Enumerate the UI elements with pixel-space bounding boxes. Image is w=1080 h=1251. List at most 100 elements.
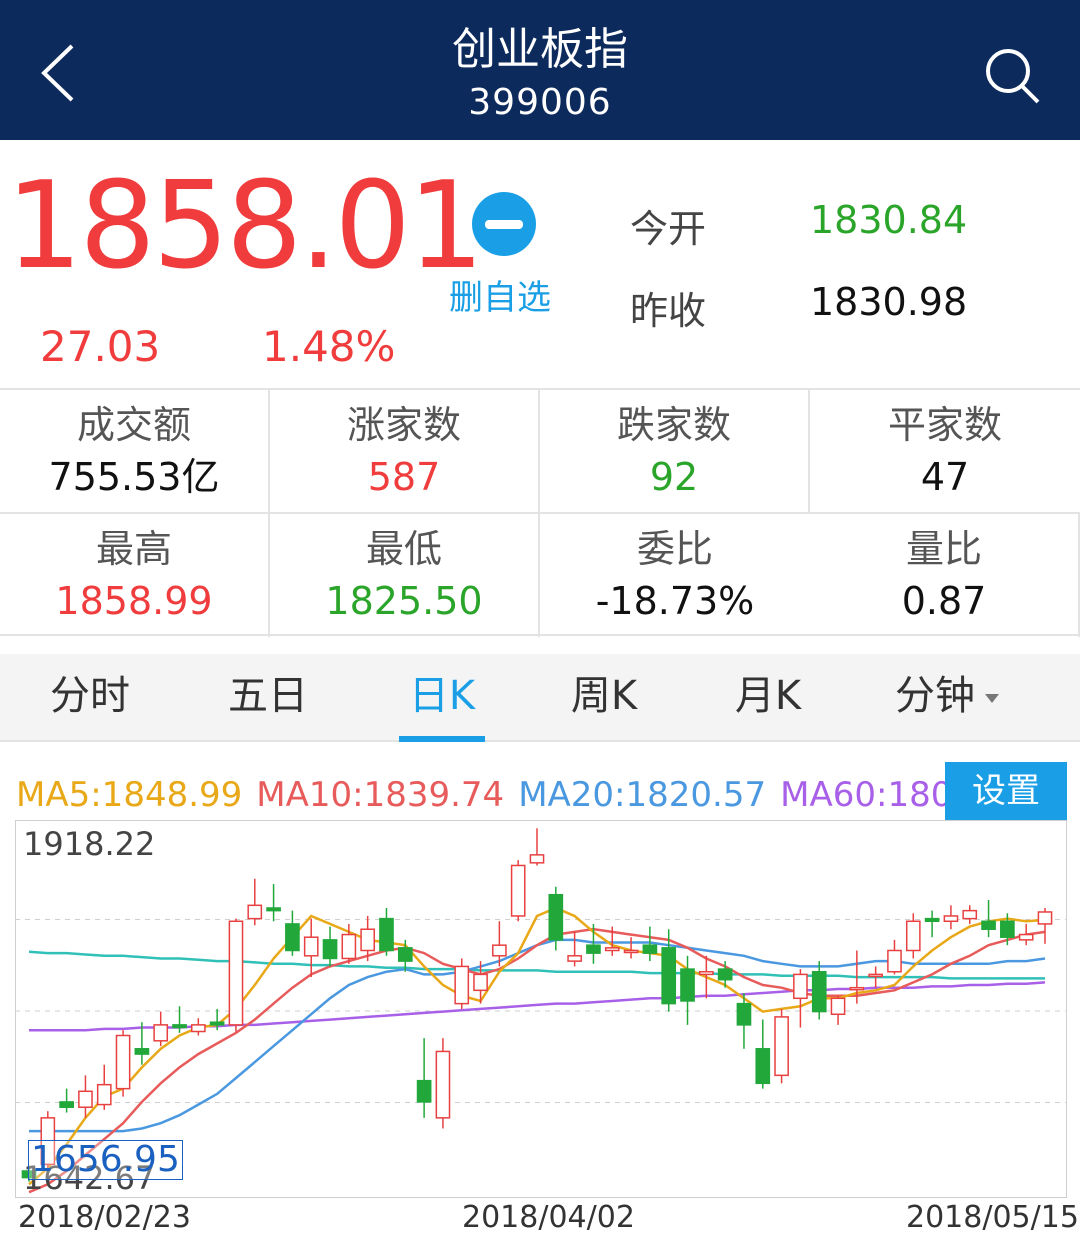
candle-body bbox=[134, 1048, 150, 1055]
tab-weekly-k[interactable]: 周K bbox=[524, 668, 684, 724]
stat-value: 1825.50 bbox=[325, 579, 483, 623]
candle bbox=[774, 1008, 789, 1084]
candle bbox=[153, 1011, 169, 1047]
y-max-label: 1918.22 bbox=[23, 825, 156, 863]
ma-legend: MA5:1848.99 MA10:1839.74 MA20:1820.57 MA60:… bbox=[16, 770, 946, 820]
candle-body bbox=[172, 1024, 187, 1029]
date-end: 2018/05/15 bbox=[906, 1200, 1079, 1235]
remove-favorite-button[interactable]: 删自选 bbox=[440, 190, 560, 320]
candle-body bbox=[322, 939, 338, 960]
candle bbox=[59, 1088, 74, 1113]
index-code: 399006 bbox=[468, 82, 612, 123]
candle bbox=[510, 860, 526, 922]
app-header: 创业板指 399006 bbox=[0, 0, 1080, 140]
search-icon[interactable] bbox=[982, 46, 1042, 106]
candle bbox=[115, 1030, 131, 1097]
candle bbox=[698, 955, 714, 999]
candle-body bbox=[811, 970, 827, 1013]
crosshair-price-label: 1656.95 bbox=[28, 1140, 183, 1180]
candle-body bbox=[190, 1024, 206, 1033]
open-label: 今开 bbox=[630, 207, 707, 251]
tab-minute[interactable]: 分钟 bbox=[862, 668, 1032, 724]
candle-body bbox=[228, 920, 244, 1026]
candle bbox=[868, 966, 884, 988]
ma5-legend: MA5:1848.99 bbox=[16, 775, 243, 815]
stat-low: 最低 1825.50 bbox=[270, 514, 540, 637]
tab-five-day[interactable]: 五日 bbox=[188, 668, 348, 724]
candle-body bbox=[717, 968, 733, 981]
candle bbox=[1037, 907, 1053, 944]
candle bbox=[266, 884, 281, 922]
stat-turnover: 成交额 755.53亿 bbox=[0, 390, 270, 513]
stat-label: 最高 bbox=[95, 527, 172, 571]
candle-body bbox=[115, 1034, 131, 1090]
ma20-legend: MA20:1820.57 bbox=[518, 775, 767, 815]
candle-body bbox=[303, 936, 319, 957]
candle-body bbox=[285, 923, 300, 952]
tab-monthly-k[interactable]: 月K bbox=[688, 668, 848, 724]
candle bbox=[303, 918, 319, 978]
candle-body bbox=[360, 928, 376, 952]
stat-label: 最低 bbox=[365, 527, 442, 571]
candle-body bbox=[905, 920, 921, 952]
stat-value: 0.87 bbox=[901, 579, 987, 623]
candle-body bbox=[379, 917, 394, 952]
stat-unchanged: 平家数 47 bbox=[810, 390, 1080, 513]
candle-body bbox=[623, 949, 639, 954]
candle-body bbox=[849, 986, 865, 991]
open-value: 1830.84 bbox=[810, 198, 968, 242]
stat-volume-ratio: 量比 0.87 bbox=[810, 514, 1080, 637]
candle bbox=[830, 995, 846, 1025]
page-title: 创业板指 bbox=[452, 24, 628, 75]
candle-body bbox=[586, 944, 601, 954]
candle bbox=[1018, 923, 1034, 946]
stat-value: -18.73% bbox=[595, 579, 755, 623]
ma60-legend: MA60:1801.2 bbox=[780, 775, 946, 815]
stat-order-ratio: 委比 -18.73% bbox=[540, 514, 810, 637]
candle bbox=[172, 1006, 187, 1033]
candle-body bbox=[492, 944, 507, 957]
candle-body bbox=[924, 917, 940, 923]
candle-body bbox=[454, 965, 470, 1005]
candle-body bbox=[868, 973, 884, 978]
current-price: 1858.01 bbox=[6, 157, 484, 296]
candle-body bbox=[153, 1024, 169, 1042]
tab-daily-k[interactable]: 日K bbox=[362, 668, 522, 724]
stat-advancers: 涨家数 587 bbox=[270, 390, 540, 513]
candle bbox=[924, 910, 940, 938]
stat-decliners: 跌家数 92 bbox=[540, 390, 810, 513]
candle-body bbox=[567, 955, 582, 962]
stat-label: 跌家数 bbox=[616, 403, 731, 447]
candle-body bbox=[1000, 920, 1015, 938]
candle-body bbox=[416, 1079, 432, 1103]
minus-circle-icon bbox=[472, 192, 536, 256]
candle-body bbox=[774, 1016, 789, 1077]
chart-tabs: 分时 五日 日K 周K 月K 分钟 bbox=[0, 654, 1080, 742]
stat-label: 成交额 bbox=[76, 403, 191, 447]
candle bbox=[793, 969, 808, 1028]
candle-body bbox=[755, 1048, 771, 1085]
stats-grid: 成交额 755.53亿 涨家数 587 跌家数 92 平家数 47 最高 185… bbox=[0, 388, 1080, 637]
candle bbox=[905, 913, 921, 959]
candle-body bbox=[1018, 933, 1034, 941]
candle-body bbox=[642, 944, 658, 954]
prev-close-label: 昨收 bbox=[630, 289, 707, 333]
stat-value: 587 bbox=[367, 455, 441, 499]
stat-value: 47 bbox=[920, 455, 970, 499]
candle-body bbox=[266, 907, 281, 912]
stat-high: 最高 1858.99 bbox=[0, 514, 270, 637]
settings-button[interactable]: 设置 bbox=[945, 762, 1067, 820]
candle-body bbox=[680, 968, 695, 1002]
prev-close-value: 1830.98 bbox=[810, 280, 968, 324]
candle bbox=[435, 1038, 451, 1129]
price-change: 27.03 bbox=[40, 322, 161, 371]
candle bbox=[190, 1018, 206, 1036]
candle-body bbox=[661, 947, 677, 1005]
candle bbox=[943, 905, 959, 930]
stat-value: 755.53亿 bbox=[48, 455, 220, 499]
candle-body bbox=[981, 920, 996, 930]
candle bbox=[529, 828, 545, 866]
candle-body bbox=[341, 933, 357, 960]
tab-intraday[interactable]: 分时 bbox=[10, 668, 170, 724]
candle-body bbox=[510, 864, 526, 917]
